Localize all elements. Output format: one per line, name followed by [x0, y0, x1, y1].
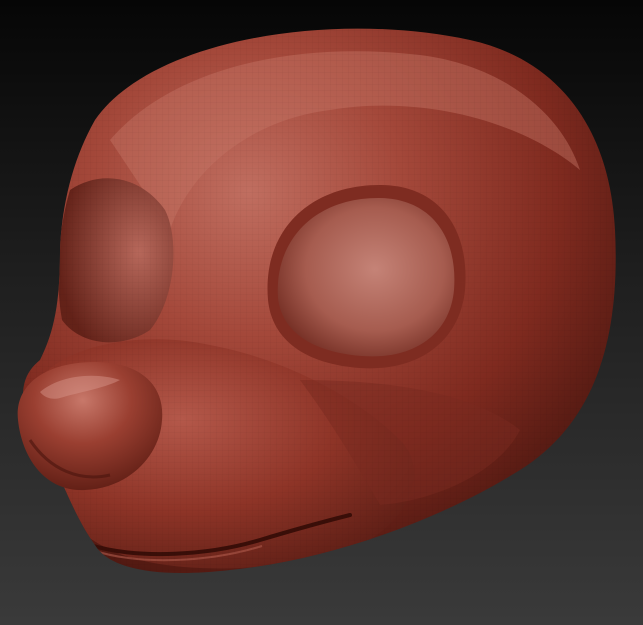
sculpted-head-model[interactable] [0, 0, 643, 625]
sculpt-viewport[interactable] [0, 0, 643, 625]
